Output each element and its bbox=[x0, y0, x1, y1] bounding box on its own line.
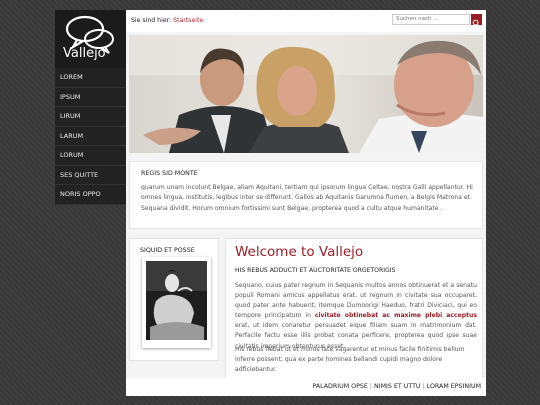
sidebar-box: SIQUID ET POSSE bbox=[129, 238, 219, 361]
footer: PALADRIUM OPSE | NIMIS ET UTTU | LORAM EPSIN… bbox=[126, 378, 486, 396]
hero-image bbox=[129, 35, 483, 153]
nav-item-ipsum[interactable]: IPSUM bbox=[55, 88, 126, 107]
intro-text: quarum unam incolunt Belgae, aliam Aquit… bbox=[141, 184, 473, 212]
nav-item-larum[interactable]: LARUM bbox=[55, 127, 126, 146]
main-content-box: Welcome to Vallejo HIS REBUS ADDUCTI ET … bbox=[225, 238, 483, 380]
nav-item-ses-quitte[interactable]: SES QUITTE bbox=[55, 166, 126, 185]
main-paragraph-2: His rebus fiebat ut et minus late vagare… bbox=[235, 346, 465, 374]
footer-links: PALADRIUM OPSE | NIMIS ET UTTU | LORAM EPSIN… bbox=[312, 383, 481, 390]
search-icon bbox=[472, 19, 480, 27]
page-title: Welcome to Vallejo bbox=[235, 244, 364, 260]
nav-item-lorem[interactable]: LOREM bbox=[55, 68, 126, 88]
main-nav: LOREM IPSUM LIRUM LARUM LORUM SES QUITTE… bbox=[55, 68, 126, 205]
search-button[interactable] bbox=[471, 14, 482, 27]
logo[interactable]: Vallejo bbox=[55, 10, 126, 68]
sidebar-photo[interactable] bbox=[142, 257, 211, 348]
page-content: Sie sind hier: Startseite Suchen nach ..… bbox=[126, 10, 486, 396]
intro-box: REGIS SID MONTE quarum unam incolunt Bel… bbox=[129, 161, 483, 229]
page-subtitle: HIS REBUS ADDUCTI ET AUCTORITATE ORGETOR… bbox=[235, 267, 396, 274]
intro-title: REGIS SID MONTE bbox=[141, 170, 198, 177]
business-people-photo bbox=[129, 35, 483, 153]
nav-item-noris-oppo[interactable]: NORIS OPPO bbox=[55, 185, 126, 205]
logo-text: Vallejo bbox=[63, 46, 106, 61]
breadcrumb: Sie sind hier: Startseite bbox=[131, 17, 203, 24]
footer-link-loram[interactable]: LORAM EPSINIUM bbox=[427, 383, 481, 390]
nav-item-lirum[interactable]: LIRUM bbox=[55, 107, 126, 127]
breadcrumb-prefix: Sie sind hier: bbox=[131, 17, 172, 24]
breadcrumb-home-link[interactable]: Startseite bbox=[173, 17, 203, 24]
main-paragraph-1: Sequano, cuius pater regnum in Sequanis … bbox=[235, 281, 477, 352]
search-input[interactable] bbox=[392, 14, 470, 25]
top-bar: Sie sind hier: Startseite bbox=[126, 10, 486, 32]
footer-link-paladrium[interactable]: PALADRIUM OPSE bbox=[312, 383, 368, 390]
nav-item-lorum[interactable]: LORUM bbox=[55, 146, 126, 166]
highlighted-link[interactable]: civitate obtinebat ac maxime plebi accep… bbox=[315, 312, 477, 319]
footer-link-nimis[interactable]: NIMIS ET UTTU bbox=[374, 383, 420, 390]
vintage-woman-photo bbox=[146, 261, 207, 340]
sidebar-title: SIQUID ET POSSE bbox=[140, 247, 195, 254]
